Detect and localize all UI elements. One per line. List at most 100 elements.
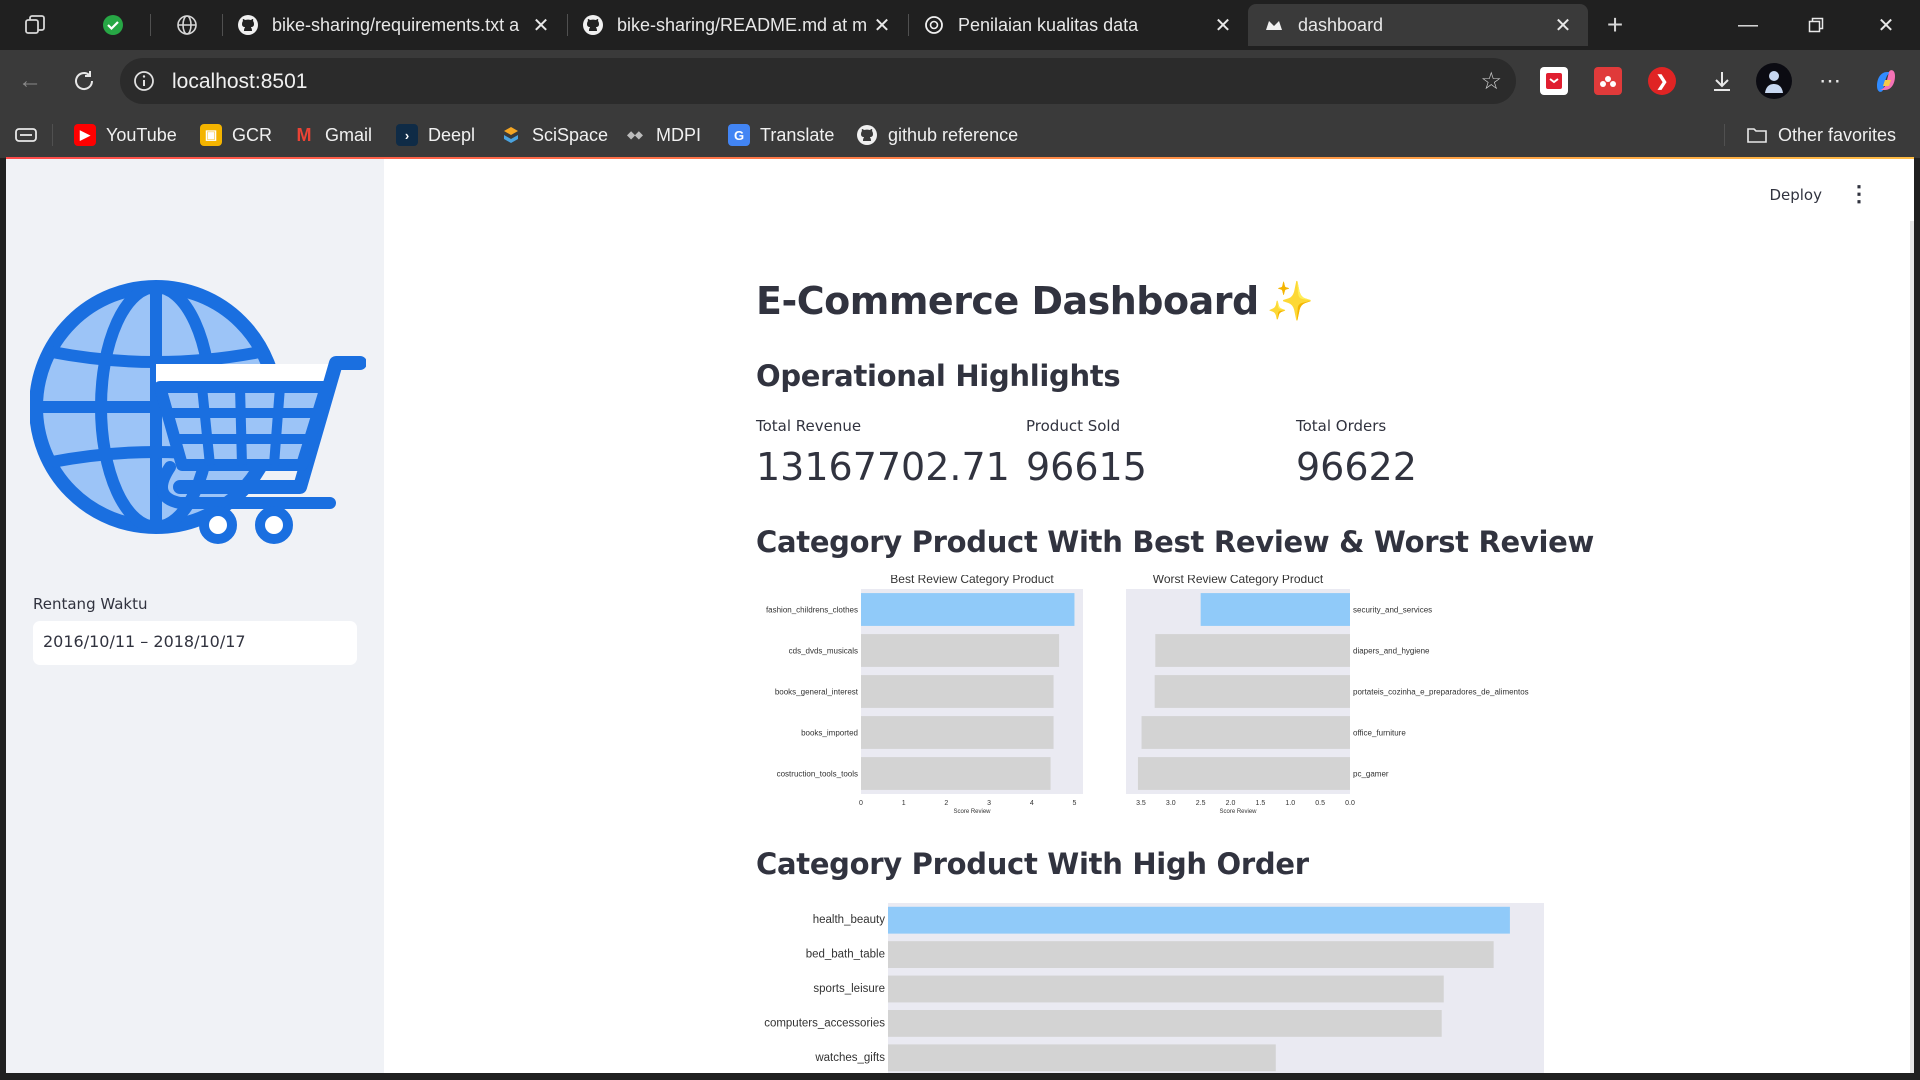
bar	[1154, 675, 1350, 708]
extension-check-icon[interactable]	[98, 10, 128, 40]
chart-title: Best Review Category Product	[890, 575, 1054, 586]
bar	[861, 757, 1051, 790]
mdpi-icon: ◆◆	[627, 129, 643, 141]
high-order-chart: health_beauty bed_bath_table sports_leisur…	[764, 903, 1544, 1073]
workspaces-icon[interactable]	[20, 10, 50, 40]
date-range-input[interactable]: 2016/10/11 – 2018/10/17	[33, 621, 357, 665]
streamlit-icon	[1262, 13, 1286, 37]
x-axis-label: Score Review	[953, 809, 991, 815]
site-info-icon[interactable]	[132, 69, 156, 93]
bar	[861, 593, 1075, 626]
window-bottom-edge	[0, 1073, 1920, 1080]
metric-label: Total Revenue	[756, 417, 862, 435]
x-tick-label: 3	[987, 800, 991, 807]
downloads-icon[interactable]	[1704, 63, 1740, 99]
restore-icon[interactable]	[1796, 8, 1836, 42]
copilot-icon[interactable]	[1868, 63, 1904, 99]
tab-title: dashboard	[1298, 14, 1384, 35]
mendeley-icon[interactable]	[1594, 67, 1622, 95]
x-tick-label: 0.5	[1315, 800, 1325, 807]
tab-requirements[interactable]: bike-sharing/requirements.txt a ✕	[222, 4, 566, 46]
x-tick-label: 2.0	[1226, 800, 1236, 807]
bar	[888, 1009, 1442, 1037]
metric-total-revenue: Total Revenue 13167702.71	[756, 417, 1016, 489]
gmail-icon: M	[296, 124, 312, 145]
bookmark-mdpi[interactable]: ◆◆ MDPI	[624, 122, 701, 148]
tab-bar: bike-sharing/requirements.txt a ✕ bike-s…	[0, 0, 1920, 50]
bookmark-scispace[interactable]: SciSpace	[500, 122, 608, 148]
sidebar: Rentang Waktu 2016/10/11 – 2018/10/17	[6, 159, 384, 1073]
bar	[861, 716, 1054, 749]
tab-readme[interactable]: bike-sharing/README.md at m ✕	[567, 4, 907, 46]
address-bar[interactable]: localhost:8501 ☆	[120, 58, 1516, 104]
category-label: diapers_and_hygiene	[1353, 647, 1430, 656]
x-tick-label: 3.5	[1136, 800, 1146, 807]
ecommerce-logo-icon	[30, 280, 366, 544]
x-axis-label: Score Review	[1219, 809, 1257, 815]
x-tick-label: 2.5	[1196, 800, 1206, 807]
bookmark-youtube[interactable]: ▶ YouTube	[74, 122, 177, 148]
github-icon	[856, 124, 878, 146]
category-label: office_furniture	[1353, 729, 1406, 738]
pdf-extension-icon[interactable]	[1540, 67, 1568, 95]
metric-label: Product Sold	[1026, 417, 1121, 435]
x-tick-label: 0	[859, 800, 863, 807]
bar	[888, 906, 1510, 934]
x-tick-label: 1.0	[1285, 800, 1295, 807]
metric-product-sold: Product Sold 96615	[1026, 417, 1286, 489]
more-menu-icon[interactable]: ⋯	[1812, 63, 1848, 99]
close-tab-icon[interactable]: ✕	[1550, 12, 1576, 38]
bar	[888, 975, 1444, 1003]
favorite-star-icon[interactable]: ☆	[1480, 67, 1502, 96]
category-label: sports_leisure	[813, 983, 885, 995]
x-tick-label: 0.0	[1345, 800, 1355, 807]
metric-total-orders: Total Orders 96622	[1296, 417, 1556, 489]
page-title: E-Commerce Dashboard ✨	[756, 279, 1314, 323]
bookmark-translate[interactable]: G Translate	[728, 122, 834, 148]
tab-title: bike-sharing/requirements.txt a	[272, 14, 520, 35]
bar	[861, 675, 1054, 708]
close-window-icon[interactable]: ✕	[1866, 8, 1906, 42]
category-label: health_beauty	[813, 914, 886, 926]
bar	[1155, 634, 1350, 667]
bookmark-deepl[interactable]: › Deepl	[396, 122, 475, 148]
translate-icon: G	[728, 124, 750, 146]
main-menu-icon[interactable]: ⋮	[1848, 181, 1870, 207]
tab-dashboard[interactable]: dashboard ✕	[1248, 4, 1588, 46]
x-tick-label: 5	[1073, 800, 1077, 807]
category-label: bed_bath_table	[806, 949, 885, 961]
tab-actions-icon[interactable]	[14, 122, 38, 148]
category-label: computers_accessories	[764, 1017, 885, 1029]
back-icon[interactable]: ←	[12, 63, 48, 99]
date-range-label: Rentang Waktu	[33, 595, 148, 613]
minimize-icon[interactable]: —	[1728, 8, 1768, 42]
refresh-icon[interactable]	[66, 63, 102, 99]
new-tab-icon[interactable]: +	[1600, 9, 1630, 40]
profile-avatar[interactable]	[1756, 63, 1792, 99]
url-text: localhost:8501	[172, 70, 308, 93]
bookmark-github-reference[interactable]: github reference	[856, 122, 1018, 148]
bar	[1200, 593, 1350, 626]
bar	[1141, 716, 1350, 749]
play-extension-icon[interactable]: ❯	[1648, 67, 1676, 95]
metric-label: Total Orders	[1296, 417, 1387, 435]
close-tab-icon[interactable]: ✕	[528, 12, 554, 38]
x-tick-label: 3.0	[1166, 800, 1176, 807]
classroom-icon: ▣	[200, 124, 222, 146]
main-content: Deploy ⋮ E-Commerce Dashboard ✨ Operation…	[384, 159, 1914, 1073]
close-tab-icon[interactable]: ✕	[869, 12, 895, 38]
review-heading: Category Product With Best Review & Wors…	[756, 525, 1595, 559]
other-favorites[interactable]: Other favorites	[1746, 122, 1896, 148]
metric-value: 13167702.71	[756, 445, 1010, 489]
globe-tab-icon[interactable]	[172, 10, 202, 40]
category-label: security_and_services	[1353, 606, 1432, 615]
bookmark-gmail[interactable]: M Gmail	[293, 122, 373, 148]
scrollbar[interactable]	[1910, 221, 1914, 1073]
bar	[888, 1044, 1276, 1072]
deploy-button[interactable]: Deploy	[1769, 186, 1822, 204]
close-tab-icon[interactable]: ✕	[1210, 12, 1236, 38]
bar	[861, 634, 1060, 667]
tab-penilaian[interactable]: Penilaian kualitas data ✕	[908, 4, 1248, 46]
bookmark-gcr[interactable]: ▣ GCR	[200, 122, 272, 148]
category-label: portateis_cozinha_e_preparadores_de_alim…	[1353, 688, 1529, 697]
